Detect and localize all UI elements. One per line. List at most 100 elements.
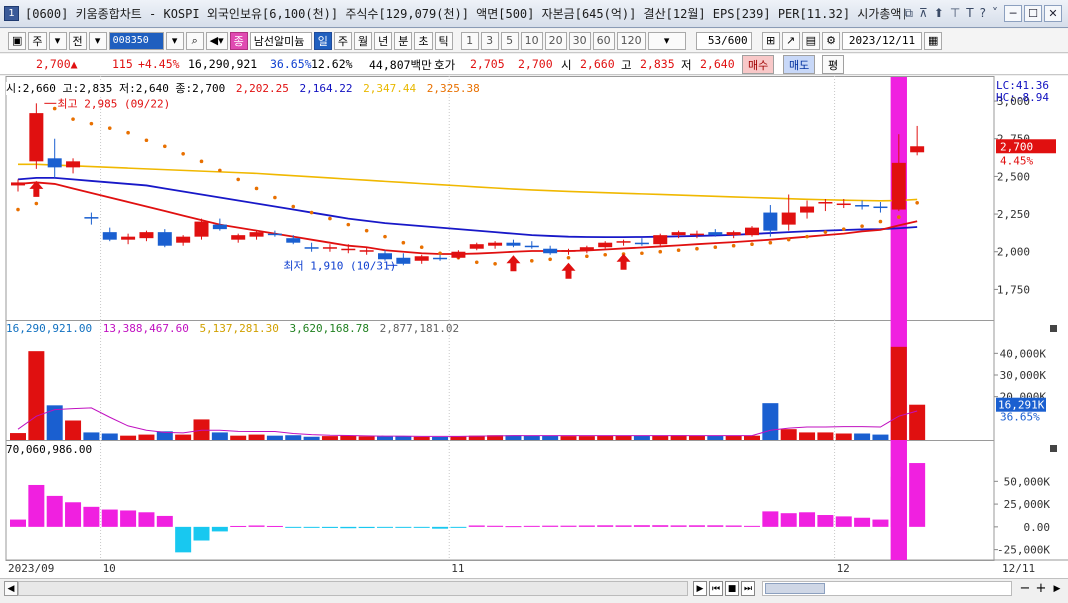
minute-30[interactable]: 30 — [568, 31, 591, 50]
volume-bar — [65, 420, 82, 440]
market-select[interactable]: 주 — [28, 31, 47, 50]
scroll-right-arrow-icon[interactable]: ▶ — [1050, 581, 1064, 596]
sar-dot — [695, 246, 699, 251]
candle-body — [561, 250, 576, 252]
link-window-icon[interactable]: ⧉ — [904, 6, 913, 21]
ohlc-readout: 시:2,660 고:2,835 저:2,640 종:2,700 — [6, 82, 226, 95]
candle-body — [891, 162, 906, 210]
price-tick-label: 1,750 — [997, 283, 1030, 296]
obv-bar — [560, 525, 577, 527]
upload-icon[interactable]: ⬆ — [934, 6, 944, 21]
zoom-out-button[interactable]: − — [1018, 581, 1032, 596]
favorite-icon[interactable]: 종 — [229, 31, 248, 50]
obv-bar — [615, 525, 632, 527]
prev-dropdown-icon[interactable]: ▾ — [88, 31, 107, 50]
period-minute[interactable]: 분 — [394, 31, 413, 50]
help-icon[interactable]: ? — [980, 6, 986, 21]
candle-body — [671, 232, 686, 236]
volume-panel-header: 16,290,921.00 13,388,467.60 5,137,281.30… — [6, 322, 463, 335]
candle-body — [910, 146, 925, 153]
sar-dot — [658, 249, 663, 254]
minimize-button[interactable]: ─ — [1004, 5, 1022, 22]
candle-body — [359, 250, 374, 252]
volume-bar — [138, 434, 155, 440]
pin-top-icon[interactable]: ⊤ — [950, 6, 960, 21]
custom-period-select[interactable]: ▾ — [647, 31, 686, 50]
scroll-track[interactable] — [18, 581, 688, 596]
code-dropdown-icon[interactable]: ▾ — [165, 31, 184, 50]
minute-10[interactable]: 10 — [520, 31, 543, 50]
evaluate-button[interactable]: 평 — [822, 55, 845, 74]
minute-3[interactable]: 3 — [480, 31, 499, 50]
period-day[interactable]: 일 — [313, 31, 332, 50]
play-button[interactable]: ▶ — [693, 581, 707, 596]
speaker-icon[interactable]: ◀▾ — [205, 31, 228, 50]
maximize-button[interactable]: ☐ — [1024, 5, 1042, 22]
stop-button[interactable]: ■ — [725, 581, 739, 596]
candle-body — [689, 233, 704, 236]
obv-bar — [505, 526, 522, 528]
gear-icon[interactable]: ⚙ — [822, 31, 841, 50]
x-axis-label: 12 — [837, 562, 850, 575]
draw-tool-icon[interactable]: ↗ — [781, 31, 800, 50]
save-icon[interactable]: ▤ — [801, 31, 821, 50]
indicator-icon[interactable]: ⊞ — [761, 31, 780, 50]
date-input[interactable]: 2023/12/11 — [842, 31, 923, 50]
volume-value-1: 16,290,921.00 — [6, 322, 93, 335]
sell-button[interactable]: 매도 — [783, 55, 816, 74]
first-button[interactable]: ⏮ — [709, 581, 723, 596]
minute-1[interactable]: 1 — [460, 31, 479, 50]
minute-120[interactable]: 120 — [616, 31, 646, 50]
candle-body — [139, 232, 154, 239]
search-icon[interactable]: ⌕ — [185, 31, 204, 50]
volume-bar — [432, 436, 449, 440]
sar-dot — [731, 243, 736, 248]
zoom-in-button[interactable]: + — [1034, 581, 1048, 596]
candle-body — [121, 236, 136, 240]
sar-dot — [364, 228, 369, 233]
obv-bar — [138, 512, 155, 527]
ma-value-2: 2,164.22 — [299, 82, 353, 95]
sar-dot — [199, 159, 204, 164]
minute-20[interactable]: 20 — [544, 31, 567, 50]
stock-code-input[interactable]: 008350 — [108, 31, 164, 50]
obv-bar — [413, 526, 430, 528]
period-tick[interactable]: 틱 — [434, 31, 453, 50]
period-month[interactable]: 월 — [354, 31, 373, 50]
minute-60[interactable]: 60 — [592, 31, 615, 50]
sar-dot — [438, 251, 442, 256]
candle-body — [66, 161, 81, 168]
period-year[interactable]: 년 — [374, 31, 393, 50]
minute-5[interactable]: 5 — [500, 31, 519, 50]
obv-bar — [193, 526, 210, 541]
sar-dot — [89, 121, 94, 126]
data-count-field[interactable]: 53/600 — [695, 31, 752, 50]
obv-panel-header: 70,060,986.00 — [6, 443, 96, 456]
minimize-tool-icon[interactable]: ⊼ — [919, 6, 928, 21]
sar-dot — [34, 201, 39, 206]
menu-chevron-icon[interactable]: ˅ — [992, 6, 998, 21]
low-annotation-label: 최저 1,910 (10/31) — [283, 259, 396, 272]
obv-bar — [377, 526, 393, 528]
obv-bar — [10, 519, 26, 527]
period-second[interactable]: 초 — [414, 31, 433, 50]
sar-dot — [841, 227, 846, 231]
sar-dot — [915, 200, 919, 205]
window-number-badge[interactable]: 1 — [4, 6, 19, 21]
volume-bar — [230, 435, 247, 440]
chart-scrollbar[interactable]: ◀ ▶ ⏮ ■ ⏭ − + ▶ — [0, 578, 1068, 598]
chart-area[interactable]: 3,000 2,750 2,500 2,250 2,000 1,750 최고 2,985 (… — [0, 76, 1068, 578]
obv-bar — [211, 526, 228, 532]
calendar-icon[interactable]: ▦ — [924, 31, 943, 50]
close-button[interactable]: ✕ — [1044, 5, 1062, 22]
prev-select[interactable]: 전 — [68, 31, 87, 50]
last-button[interactable]: ⏭ — [741, 581, 755, 596]
layout-icon[interactable]: ▣ — [8, 31, 27, 50]
period-week[interactable]: 주 — [333, 31, 353, 50]
font-icon[interactable]: T — [966, 6, 973, 21]
zoom-slider-thumb[interactable] — [765, 583, 825, 594]
scroll-left-arrow-icon[interactable]: ◀ — [4, 581, 18, 596]
market-dropdown-icon[interactable]: ▾ — [48, 31, 67, 50]
sar-dot — [309, 210, 314, 215]
buy-button[interactable]: 매수 — [742, 55, 775, 74]
